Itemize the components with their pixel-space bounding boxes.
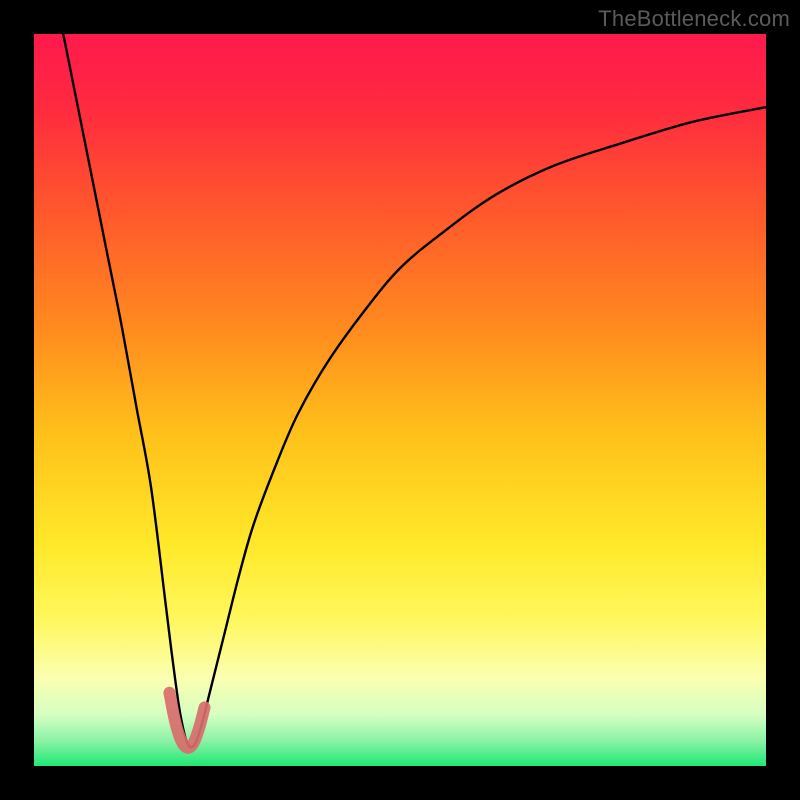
watermark-text: TheBottleneck.com [598,6,790,32]
plot-area [34,34,766,766]
optimal-range-marker [169,693,204,748]
bottleneck-curve [63,34,766,747]
chart-frame: TheBottleneck.com [0,0,800,800]
bottleneck-curve-layer [34,34,766,766]
